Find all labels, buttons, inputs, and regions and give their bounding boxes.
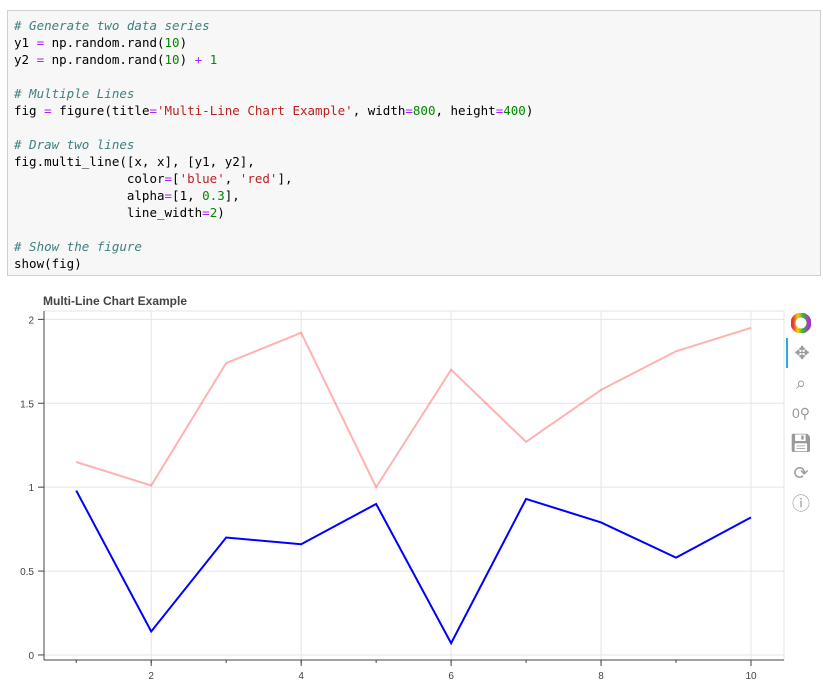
code-cell[interactable]: # Generate two data series y1 = np.random… (7, 10, 821, 276)
code-token: = (149, 103, 158, 118)
code-token: 'Multi-Line Chart Example' (157, 103, 353, 118)
code-token: [1, (172, 188, 203, 203)
code-token: np.random.rand( (44, 52, 165, 67)
code-editor[interactable]: # Generate two data series y1 = np.random… (14, 17, 814, 272)
code-token: 'red' (239, 171, 278, 186)
code-token: , height (435, 103, 496, 118)
code-token: 0.3 (202, 188, 225, 203)
code-token: = (36, 52, 45, 67)
code-token: [ (172, 171, 180, 186)
code-token: figure(title (51, 103, 150, 118)
code-line: # Draw two lines (14, 136, 814, 153)
code-line: fig.multi_line([x, x], [y1, y2], (14, 153, 814, 170)
code-token: show(fig) (14, 256, 82, 271)
code-token: # Multiple Lines (14, 86, 135, 101)
y-tick-label: 1 (28, 483, 34, 494)
code-token: ) (525, 103, 534, 118)
code-token: = (44, 103, 52, 118)
code-token: 10 (164, 52, 180, 67)
code-token: ], (224, 188, 240, 203)
plot-toolbar: ✥ ⌕ 0⚲ 💾︎ ⟳ ⓘ (786, 308, 816, 518)
help-icon[interactable]: ⓘ (786, 488, 816, 518)
code-token: ) (179, 52, 195, 67)
code-line: # Multiple Lines (14, 85, 814, 102)
code-line: alpha=[1, 0.3], (14, 187, 814, 204)
y-tick-label: 0.5 (20, 567, 34, 578)
code-token: ) (179, 35, 188, 50)
series-line-y2 (75, 326, 752, 490)
save-icon[interactable]: 💾︎ (786, 428, 816, 458)
code-token: # Show the figure (14, 239, 142, 254)
code-token: 1 (202, 52, 218, 67)
code-token: # Draw two lines (14, 137, 135, 152)
x-tick-label: 10 (745, 671, 757, 682)
code-line: y2 = np.random.rand(10) + 1 (14, 51, 814, 68)
code-token: # Generate two data series (14, 18, 210, 33)
code-token: ) (217, 205, 225, 220)
code-token: 10 (164, 35, 180, 50)
code-token: , (224, 171, 240, 186)
series-line-y1 (75, 490, 752, 646)
code-line: fig = figure(title='Multi-Line Chart Exa… (14, 102, 814, 119)
code-token: np.random.rand( (44, 35, 165, 50)
code-token: = (164, 171, 173, 186)
y-tick-label: 0 (28, 651, 34, 662)
code-line: color=['blue', 'red'], (14, 170, 814, 187)
code-line: # Show the figure (14, 238, 814, 255)
code-token: 'blue' (179, 171, 225, 186)
code-token: = (164, 188, 173, 203)
code-token: fig (14, 103, 45, 118)
code-token: = (405, 103, 413, 118)
code-token: = (202, 205, 210, 220)
code-token: 400 (503, 103, 526, 118)
chart-title: Multi-Line Chart Example (43, 294, 187, 308)
x-tick-label: 6 (448, 671, 454, 682)
code-line: y1 = np.random.rand(10) (14, 34, 814, 51)
code-line: line_width=2) (14, 204, 814, 221)
plot-frame (43, 310, 785, 661)
x-tick-label: 2 (148, 671, 154, 682)
code-token: 800 (412, 103, 436, 118)
y-tick-label: 2 (28, 315, 34, 326)
box-zoom-icon[interactable]: ⌕ (786, 368, 816, 398)
bokeh-logo[interactable] (786, 308, 816, 338)
x-tick-label: 8 (598, 671, 604, 682)
code-token: ], (277, 171, 293, 186)
pan-icon[interactable]: ✥ (786, 338, 816, 368)
code-token: alpha (14, 188, 165, 203)
wheel-zoom-icon[interactable]: 0⚲ (786, 398, 816, 428)
multi-line-chart[interactable]: Multi-Line Chart Example 2 4 6 8 10 0 0.5 1 1.5 2 (0, 285, 823, 693)
code-token: y2 (14, 52, 37, 67)
code-token: color (14, 171, 165, 186)
reset-icon[interactable]: ⟳ (786, 458, 816, 488)
x-tick-label: 4 (298, 671, 304, 682)
code-token: , width (352, 103, 406, 118)
y-tick-label: 1.5 (20, 399, 34, 410)
code-line: show(fig) (14, 255, 814, 272)
code-token: line_width (14, 205, 203, 220)
code-token: y1 (14, 35, 37, 50)
code-token: fig.multi_line([x, x], [y1, y2], (14, 154, 255, 169)
code-token: = (36, 35, 45, 50)
code-line: # Generate two data series (14, 17, 814, 34)
